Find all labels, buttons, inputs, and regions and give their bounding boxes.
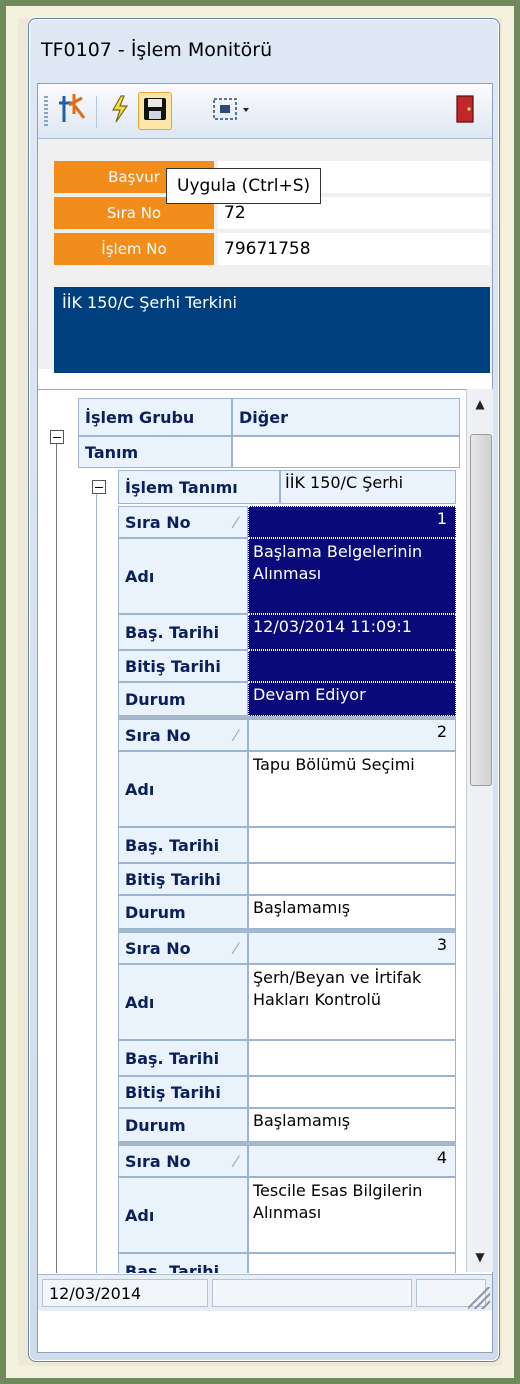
record-1-bas-tarihi[interactable]: 12/03/2014 11:09:1 [248, 614, 456, 650]
row-header-sira-no: Sıra No ⁄ [118, 932, 248, 964]
record-2-sira-no[interactable]: 2 [248, 719, 456, 751]
toolbar-grip[interactable] [44, 96, 48, 128]
row-header-text: Sıra No [125, 512, 191, 532]
row-header-adi: Adı [118, 1177, 248, 1253]
scroll-thumb[interactable] [470, 434, 492, 786]
row-header-bitis-tarihi: Bitiş Tarihi [118, 650, 248, 682]
record-4-bas-tarihi[interactable] [248, 1253, 456, 1273]
group-value[interactable]: Diğer [232, 398, 460, 436]
resize-grip-icon[interactable] [468, 1287, 490, 1309]
islem-no-value[interactable]: 79671758 [218, 233, 490, 265]
row-header-sira-no: Sıra No ⁄ [118, 506, 248, 538]
group-collapse-icon[interactable] [50, 430, 64, 444]
process-definition-header: İşlem Tanımı [118, 470, 280, 504]
exit-door-icon [456, 95, 474, 127]
save-icon [143, 97, 167, 125]
record-1-bitis-tarihi[interactable] [248, 650, 456, 682]
process-definition-value[interactable]: İİK 150/C Şerhi [280, 470, 456, 504]
record-1-sira-no[interactable]: 1 [248, 506, 456, 538]
tree-line [56, 444, 57, 1273]
save-button[interactable] [138, 92, 172, 130]
row-header-adi: Adı [118, 964, 248, 1040]
definition-value[interactable] [232, 436, 460, 468]
row-header-text: Sıra No [125, 725, 191, 745]
client-area: Başvur Sıra No 72 İşlem No 79671758 İİK … [37, 83, 493, 1353]
record-3-bas-tarihi[interactable] [248, 1040, 456, 1076]
process-description: İİK 150/C Şerhi Terkini [54, 287, 490, 373]
record-3-durum[interactable]: Başlamamış [248, 1108, 456, 1142]
scroll-down-icon[interactable]: ▼ [467, 1242, 493, 1272]
record-2-adi[interactable]: Tapu Bölümü Seçimi [248, 751, 456, 827]
row-header-bas-tarihi: Baş. Tarihi [118, 1253, 248, 1273]
vertical-scrollbar[interactable]: ▲ ▼ [466, 389, 493, 1272]
exit-button[interactable] [450, 92, 480, 130]
app-window: TF0107 - İşlem Monitörü Başvur Sıra No 7… [28, 18, 500, 1362]
row-header-sira-no: Sıra No ⁄ [118, 1145, 248, 1177]
status-date: 12/03/2014 [42, 1279, 208, 1307]
record-1-durum[interactable]: Devam Ediyor [248, 682, 456, 716]
row-header-bas-tarihi: Baş. Tarihi [118, 1040, 248, 1076]
layout-dropdown-icon [211, 95, 255, 127]
row-header-bas-tarihi: Baş. Tarihi [118, 827, 248, 863]
islem-no-label: İşlem No [54, 233, 214, 265]
definition-header: Tanım [78, 436, 232, 468]
run-button[interactable] [104, 92, 136, 130]
process-grid: İşlem Grubu Diğer Tanım İşlem Tanımı İİK… [38, 389, 466, 1273]
row-header-text: Sıra No [125, 938, 191, 958]
layout-dropdown-button[interactable] [210, 92, 256, 130]
tk-logo-button[interactable] [56, 92, 90, 130]
sort-indicator-icon[interactable]: ⁄ [234, 1152, 237, 1171]
group-header: İşlem Grubu [78, 398, 232, 436]
sort-indicator-icon[interactable]: ⁄ [234, 939, 237, 958]
subtree-line [96, 494, 97, 1273]
record-1-adi[interactable]: Başlama Belgelerinin Alınması [248, 538, 456, 614]
lightning-icon [109, 94, 131, 128]
record-3-sira-no[interactable]: 3 [248, 932, 456, 964]
record-2-bas-tarihi[interactable] [248, 827, 456, 863]
record-4-sira-no[interactable]: 4 [248, 1145, 456, 1177]
sort-indicator-icon[interactable]: ⁄ [234, 513, 237, 532]
tk-logo-icon [58, 92, 88, 130]
record-3-adi[interactable]: Şerh/Beyan ve İrtifak Hakları Kontrolü [248, 964, 456, 1040]
row-header-sira-no: Sıra No ⁄ [118, 719, 248, 751]
row-header-text: Sıra No [125, 1151, 191, 1171]
process-collapse-icon[interactable] [92, 480, 106, 494]
window-title: TF0107 - İşlem Monitörü [41, 39, 273, 61]
sort-indicator-icon[interactable]: ⁄ [234, 726, 237, 745]
record-3-bitis-tarihi[interactable] [248, 1076, 456, 1108]
row-header-bitis-tarihi: Bitiş Tarihi [118, 863, 248, 895]
row-header-durum: Durum [118, 895, 248, 929]
status-panel-2 [212, 1279, 412, 1307]
row-header-bas-tarihi: Baş. Tarihi [118, 614, 248, 650]
row-header-durum: Durum [118, 1108, 248, 1142]
record-2-bitis-tarihi[interactable] [248, 863, 456, 895]
row-header-bitis-tarihi: Bitiş Tarihi [118, 1076, 248, 1108]
status-bar: 12/03/2014 [38, 1274, 492, 1311]
record-2-durum[interactable]: Başlamamış [248, 895, 456, 929]
toolbar [38, 84, 492, 139]
save-tooltip: Uygula (Ctrl+S) [166, 168, 322, 204]
row-header-adi: Adı [118, 538, 248, 614]
scroll-up-icon[interactable]: ▲ [467, 389, 493, 419]
row-header-adi: Adı [118, 751, 248, 827]
title-bar[interactable]: TF0107 - İşlem Monitörü [29, 19, 499, 83]
row-header-durum: Durum [118, 682, 248, 716]
record-4-adi[interactable]: Tescile Esas Bilgilerin Alınması [248, 1177, 456, 1253]
toolbar-separator [96, 96, 97, 128]
